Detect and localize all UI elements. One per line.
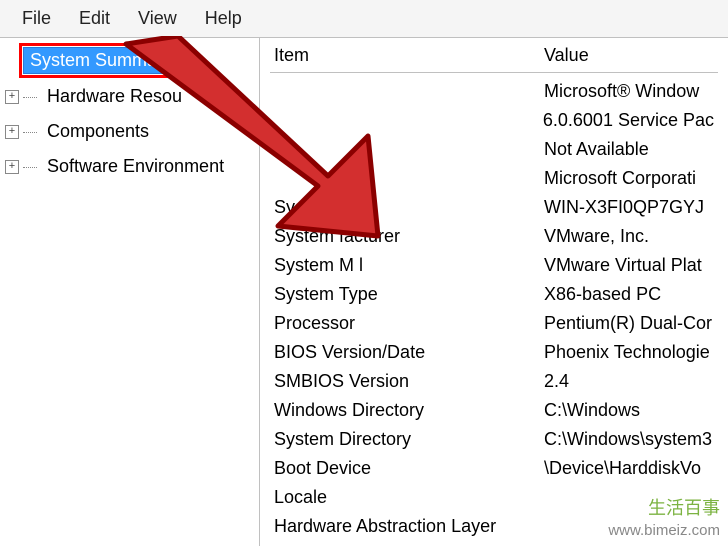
column-header-item[interactable]: Item (274, 45, 544, 66)
tree-node-components[interactable]: + Components (2, 114, 257, 149)
tree-expander-icon[interactable]: + (5, 125, 19, 139)
cell-value: Microsoft® Window (544, 81, 714, 102)
cell-value: WIN-X3FI0QP7GYJ (544, 197, 714, 218)
cell-value: Pentium(R) Dual-Cor (544, 313, 714, 334)
table-row[interactable]: SMBIOS Version2.4 (270, 367, 718, 396)
table-row[interactable]: Microsoft Corporati (270, 164, 718, 193)
cell-value: C:\Windows\system3 (544, 429, 714, 450)
table-row[interactable]: System DirectoryC:\Windows\system3 (270, 425, 718, 454)
cell-item: BIOS Version/Date (274, 342, 544, 363)
cell-value: VMware, Inc. (544, 226, 714, 247)
navigation-tree: System Summary + Hardware Resou + Compon… (0, 38, 260, 546)
table-row[interactable]: ProcessorPentium(R) Dual-Cor (270, 309, 718, 338)
cell-item: Hardware Abstraction Layer (274, 516, 544, 537)
tree-label: Hardware Resou (43, 84, 186, 109)
cell-item: System M l (274, 255, 544, 276)
table-header: Item Value (270, 40, 718, 73)
tree-node-system-summary[interactable]: System Summary (2, 42, 257, 79)
cell-item (274, 81, 544, 102)
cell-value: 6.0.6001 Service Pac (543, 110, 714, 131)
tree-label: System Summary (23, 47, 179, 74)
table-row[interactable]: Microsoft® Window (270, 77, 718, 106)
table-row[interactable]: Not Available (270, 135, 718, 164)
cell-value: \Device\HarddiskVo (544, 458, 714, 479)
cell-item: Windows Directory (274, 400, 544, 421)
table-row[interactable]: Boot Device\Device\HarddiskVo (270, 454, 718, 483)
cell-value: C:\Windows (544, 400, 714, 421)
table-row[interactable]: Locale (270, 483, 718, 512)
menu-help[interactable]: Help (191, 4, 256, 33)
table-row[interactable]: Windows DirectoryC:\Windows (270, 396, 718, 425)
cell-item (274, 110, 543, 131)
cell-item: SMBIOS Version (274, 371, 544, 392)
table-row[interactable]: SysWIN-X3FI0QP7GYJ (270, 193, 718, 222)
table-row[interactable]: System facturerVMware, Inc. (270, 222, 718, 251)
cell-item (274, 168, 544, 189)
cell-item: Processor (274, 313, 544, 334)
column-header-value[interactable]: Value (544, 45, 714, 66)
menubar: File Edit View Help (0, 0, 728, 38)
cell-item: System Type (274, 284, 544, 305)
cell-value: Microsoft Corporati (544, 168, 714, 189)
cell-item: Locale (274, 487, 544, 508)
table-row[interactable]: BIOS Version/DatePhoenix Technologie (270, 338, 718, 367)
tree-connector (23, 125, 39, 139)
menu-edit[interactable]: Edit (65, 4, 124, 33)
table-row[interactable]: Hardware Abstraction Layer (270, 512, 718, 541)
tree-node-software-environment[interactable]: + Software Environment (2, 149, 257, 184)
table-row[interactable]: System TypeX86-based PC (270, 280, 718, 309)
cell-value (544, 487, 714, 508)
cell-item: Sys (274, 197, 544, 218)
menu-view[interactable]: View (124, 4, 191, 33)
tree-expander-empty (5, 54, 19, 68)
cell-value: Not Available (544, 139, 714, 160)
cell-item: Boot Device (274, 458, 544, 479)
cell-item (274, 139, 544, 160)
tree-expander-icon[interactable]: + (5, 160, 19, 174)
cell-item: System facturer (274, 226, 544, 247)
cell-value: X86-based PC (544, 284, 714, 305)
tree-connector (23, 160, 39, 174)
tree-expander-icon[interactable]: + (5, 90, 19, 104)
tree-label: Components (43, 119, 153, 144)
details-panel: Item Value Microsoft® Window 6.0.6001 Ser… (260, 38, 728, 546)
cell-value (544, 516, 714, 537)
cell-value: VMware Virtual Plat (544, 255, 714, 276)
tree-node-hardware-resources[interactable]: + Hardware Resou (2, 79, 257, 114)
tree-connector (23, 90, 39, 104)
table-row[interactable]: 6.0.6001 Service Pac (270, 106, 718, 135)
content-area: System Summary + Hardware Resou + Compon… (0, 38, 728, 546)
tree-label: Software Environment (43, 154, 228, 179)
table-body: Microsoft® Window 6.0.6001 Service Pac Not… (270, 73, 718, 541)
menu-file[interactable]: File (8, 4, 65, 33)
cell-value: 2.4 (544, 371, 714, 392)
cell-value: Phoenix Technologie (544, 342, 714, 363)
cell-item: System Directory (274, 429, 544, 450)
table-row[interactable]: System M lVMware Virtual Plat (270, 251, 718, 280)
